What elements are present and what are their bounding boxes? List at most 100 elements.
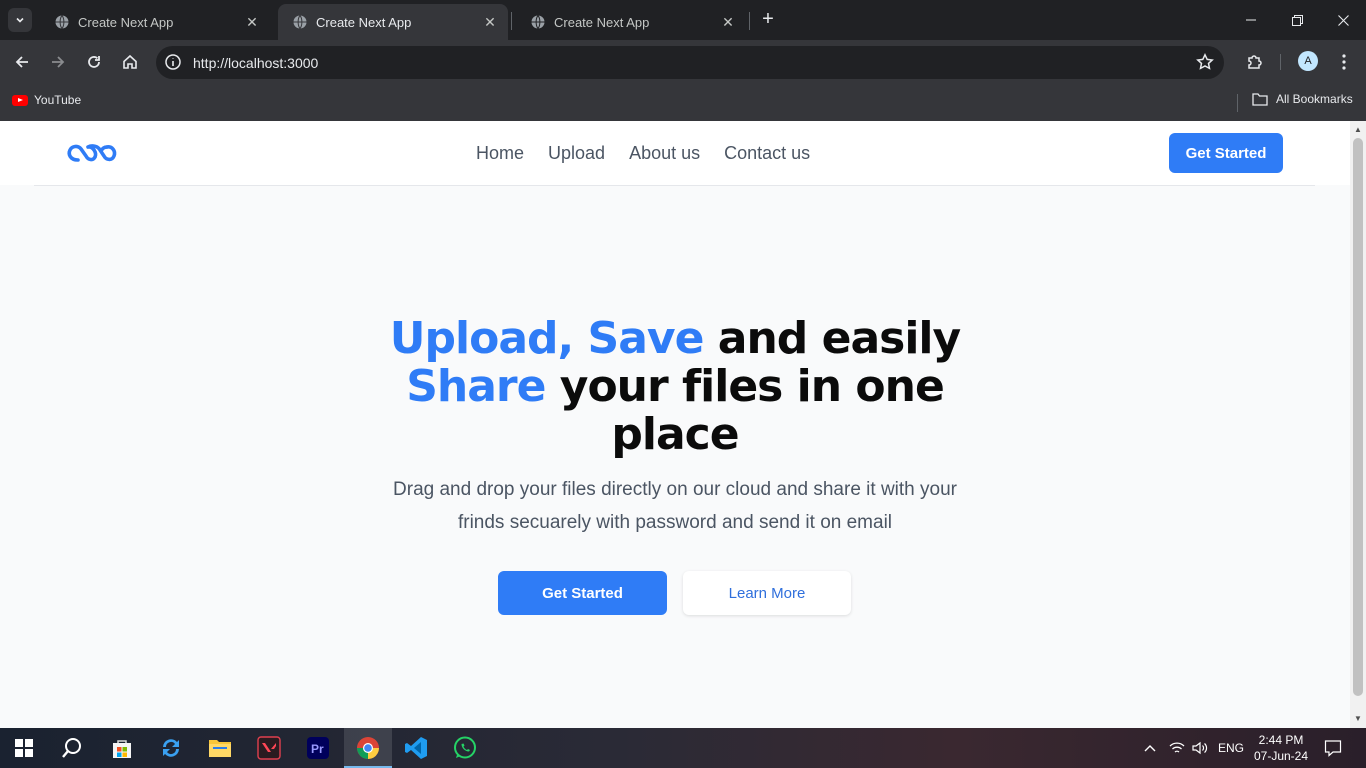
- folder-icon: [1252, 93, 1268, 106]
- nav-home-link[interactable]: Home: [476, 141, 524, 165]
- scroll-thumb[interactable]: [1353, 138, 1363, 696]
- browser-toolbar: http://localhost:3000 A: [0, 40, 1366, 85]
- taskbar-clock[interactable]: 2:44 PM 07-Jun-24: [1250, 732, 1312, 764]
- nav-get-started-button[interactable]: Get Started: [1169, 133, 1283, 173]
- star-icon[interactable]: [1196, 53, 1214, 71]
- tab-separator: [511, 12, 512, 30]
- restore-button[interactable]: [1274, 0, 1320, 40]
- bookmark-youtube[interactable]: YouTube: [12, 93, 81, 107]
- nav-links: Home Upload About us Contact us: [476, 141, 810, 165]
- taskbar-valorant[interactable]: [253, 732, 285, 764]
- restore-icon: [1291, 14, 1303, 26]
- folder-icon: [209, 740, 231, 757]
- notification-icon: [1324, 740, 1342, 757]
- search-button[interactable]: [56, 732, 88, 764]
- taskbar-vscode[interactable]: [400, 732, 432, 764]
- reload-icon: [88, 56, 100, 68]
- nav-about-link[interactable]: About us: [629, 141, 700, 165]
- back-button[interactable]: [10, 50, 34, 74]
- store-icon: [113, 740, 131, 758]
- arrow-right-icon: [52, 56, 65, 68]
- page-viewport: Home Upload About us Contact us Get Star…: [0, 121, 1366, 728]
- all-bookmarks-button[interactable]: All Bookmarks: [1252, 92, 1353, 106]
- tab-title: Create Next App: [316, 14, 412, 30]
- chrome-icon: [357, 737, 379, 759]
- bookmark-label: All Bookmarks: [1276, 92, 1353, 106]
- tray-language[interactable]: ENG: [1218, 728, 1244, 768]
- chevron-up-icon: [1144, 745, 1156, 752]
- taskbar-file-explorer[interactable]: [204, 732, 236, 764]
- browser-tab-strip: Create Next App ✕ Create Next App ✕ Crea…: [0, 0, 1366, 40]
- tab-title: Create Next App: [554, 14, 650, 30]
- hero-title: Upload, Save and easily Share your files…: [383, 315, 967, 459]
- taskbar-premiere-pro[interactable]: Pr: [302, 732, 334, 764]
- hero-title-text: and easily: [703, 313, 961, 364]
- globe-icon: [55, 15, 69, 29]
- extensions-button[interactable]: [1243, 50, 1267, 74]
- hero-subtitle: Drag and drop your files directly on our…: [393, 479, 957, 533]
- bookmarks-bar: YouTube All Bookmarks: [0, 85, 1366, 121]
- new-tab-button[interactable]: +: [758, 9, 778, 31]
- close-icon[interactable]: ✕: [244, 14, 260, 30]
- whatsapp-icon: [454, 736, 476, 759]
- close-icon: [1337, 14, 1349, 26]
- logo-icon[interactable]: [66, 141, 118, 165]
- volume-icon: [1192, 741, 1208, 755]
- bookmarks-divider: [1237, 94, 1238, 112]
- profile-avatar[interactable]: A: [1298, 51, 1318, 71]
- scroll-down-icon[interactable]: ▼: [1353, 714, 1363, 724]
- taskbar-sync-app[interactable]: [155, 732, 187, 764]
- premiere-pro-icon: Pr: [307, 737, 329, 759]
- tray-volume[interactable]: [1192, 728, 1208, 768]
- browser-tab-2[interactable]: Create Next App ✕: [278, 4, 508, 40]
- taskbar-whatsapp[interactable]: [449, 732, 481, 764]
- sync-icon: [163, 739, 179, 757]
- hero-title-text: your files in one place: [545, 361, 945, 460]
- hero-title-highlight: Upload, Save: [389, 313, 705, 364]
- tray-chevron[interactable]: [1143, 728, 1157, 768]
- browser-tab-1[interactable]: Create Next App ✕: [40, 4, 270, 40]
- arrow-left-icon: [15, 56, 28, 68]
- address-bar[interactable]: http://localhost:3000: [156, 46, 1224, 79]
- minimize-button[interactable]: [1228, 0, 1274, 40]
- scroll-up-icon[interactable]: ▲: [1353, 125, 1363, 135]
- close-window-button[interactable]: [1320, 0, 1366, 40]
- clock-time: 2:44 PM: [1258, 733, 1304, 747]
- nav-upload-link[interactable]: Upload: [548, 141, 605, 165]
- chevron-down-icon: [16, 17, 24, 23]
- taskbar-chrome[interactable]: [344, 728, 392, 768]
- home-button[interactable]: [118, 50, 142, 74]
- windows-icon: [15, 739, 33, 757]
- close-icon[interactable]: ✕: [720, 14, 736, 30]
- tab-title: Create Next App: [78, 14, 174, 30]
- learn-more-button[interactable]: Learn More: [683, 571, 851, 615]
- browser-tab-3[interactable]: Create Next App ✕: [516, 4, 746, 40]
- site-info-icon[interactable]: [164, 53, 182, 71]
- start-button[interactable]: [8, 732, 40, 764]
- minimize-icon: [1246, 19, 1256, 21]
- nav-contact-link[interactable]: Contact us: [724, 141, 810, 165]
- globe-icon: [531, 15, 545, 29]
- taskbar-store[interactable]: [106, 732, 138, 764]
- forward-button[interactable]: [46, 50, 70, 74]
- svg-text:Pr: Pr: [311, 742, 324, 756]
- close-icon[interactable]: ✕: [482, 14, 498, 30]
- menu-button[interactable]: [1332, 50, 1356, 74]
- youtube-icon: [12, 94, 28, 106]
- navbar-divider: [34, 185, 1315, 186]
- page-scrollbar[interactable]: ▲ ▼: [1350, 121, 1366, 728]
- notifications-button[interactable]: [1324, 728, 1342, 768]
- toolbar-divider: [1280, 54, 1281, 70]
- vscode-icon: [405, 737, 427, 759]
- puzzle-icon: [1248, 55, 1262, 69]
- bookmark-label: YouTube: [34, 93, 82, 107]
- url-text[interactable]: http://localhost:3000: [193, 55, 318, 71]
- search-icon: [62, 738, 81, 758]
- tab-search-button[interactable]: [8, 8, 32, 32]
- reload-button[interactable]: [82, 50, 106, 74]
- valorant-icon: [257, 736, 281, 760]
- kebab-menu-icon: [1342, 54, 1346, 70]
- hero-get-started-button[interactable]: Get Started: [498, 571, 667, 615]
- home-icon: [123, 54, 137, 69]
- tray-network[interactable]: [1169, 728, 1185, 768]
